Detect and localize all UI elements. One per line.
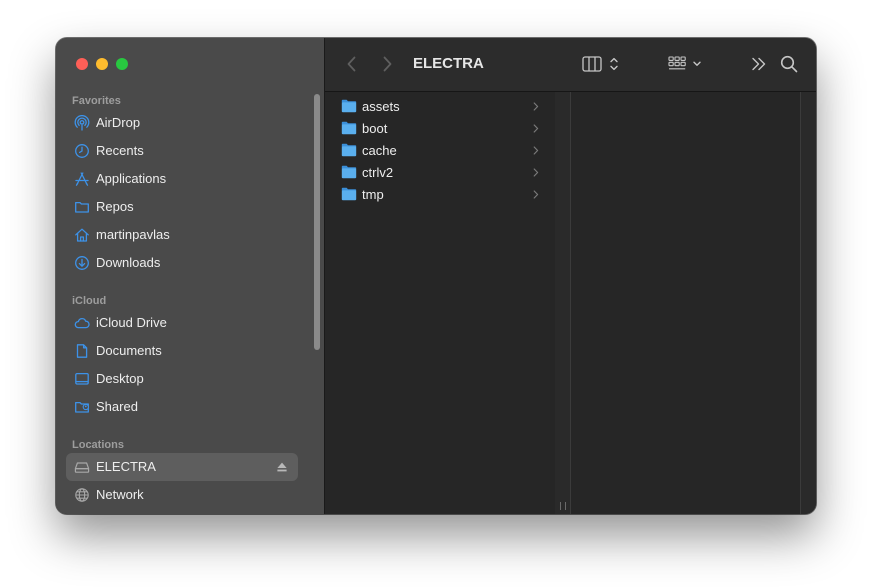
folder-icon xyxy=(75,201,89,213)
sidebar-item-label: Downloads xyxy=(96,255,161,270)
file-row-cache[interactable]: cache xyxy=(335,140,547,162)
sidebar-item-label: ELECTRA xyxy=(96,459,156,474)
sidebar-item-home[interactable]: martinpavlas xyxy=(66,221,298,249)
column-resize-strip[interactable] xyxy=(555,92,570,514)
sidebar-item-label: martinpavlas xyxy=(96,227,170,242)
chevron-right-icon xyxy=(533,124,539,133)
file-label: tmp xyxy=(362,187,384,202)
file-row-ctrlv2[interactable]: ctrlv2 xyxy=(335,162,547,184)
file-label: cache xyxy=(362,143,397,158)
sidebar-item-repos[interactable]: Repos xyxy=(66,193,298,221)
chevron-right-icon xyxy=(533,168,539,177)
folder-icon xyxy=(341,121,357,135)
shared-folder-icon xyxy=(75,401,89,413)
column-edge xyxy=(800,92,816,514)
column-divider xyxy=(570,92,571,514)
sidebar-item-documents[interactable]: Documents xyxy=(66,337,298,365)
more-toolbar-items-icon[interactable] xyxy=(750,54,770,74)
sidebar-item-network[interactable]: Network xyxy=(66,481,298,509)
sidebar-item-label: Repos xyxy=(96,199,134,214)
sidebar-item-recents[interactable]: Recents xyxy=(66,137,298,165)
sidebar-item-label: Shared xyxy=(96,399,138,414)
document-icon xyxy=(76,344,88,358)
sidebar-item-icloud-drive[interactable]: iCloud Drive xyxy=(66,309,298,337)
sidebar-item-downloads[interactable]: Downloads xyxy=(66,249,298,277)
chevron-right-icon xyxy=(533,146,539,155)
sidebar-item-label: Applications xyxy=(96,171,167,186)
sidebar-item-label: Documents xyxy=(96,343,162,358)
sidebar-item-shared[interactable]: Shared xyxy=(66,393,298,421)
eject-icon[interactable] xyxy=(276,461,288,473)
chevron-right-icon xyxy=(533,102,539,111)
forward-chevron-icon[interactable] xyxy=(380,54,394,74)
search-icon[interactable] xyxy=(779,54,799,74)
airdrop-icon xyxy=(74,115,90,131)
sidebar-section-icloud: iCloud xyxy=(72,295,107,307)
sidebar-item-label: Desktop xyxy=(96,371,144,386)
column-browser: assets boot cache ctrlv2 tmp xyxy=(325,92,816,514)
download-icon xyxy=(75,256,89,270)
sidebar-item-airdrop[interactable]: AirDrop xyxy=(66,109,298,137)
folder-icon xyxy=(341,143,357,157)
file-label: boot xyxy=(362,121,388,136)
window-title: ELECTRA xyxy=(413,55,484,72)
finder-window: Favorites AirDrop Recents Applications R… xyxy=(56,38,816,514)
back-chevron-icon[interactable] xyxy=(345,54,359,74)
column-resize-handle-icon[interactable] xyxy=(560,502,566,510)
folder-icon xyxy=(341,165,357,179)
toolbar: ELECTRA xyxy=(325,38,816,92)
folder-icon xyxy=(341,99,357,113)
sidebar-item-applications[interactable]: Applications xyxy=(66,165,298,193)
sidebar-item-desktop[interactable]: Desktop xyxy=(66,365,298,393)
desktop-icon xyxy=(75,372,89,385)
sidebar-item-label: Recents xyxy=(96,143,144,158)
file-row-assets[interactable]: assets xyxy=(335,96,547,118)
chevron-right-icon xyxy=(533,190,539,199)
file-label: ctrlv2 xyxy=(362,165,394,180)
file-label: assets xyxy=(362,99,400,114)
applications-icon xyxy=(75,172,89,186)
drive-icon xyxy=(74,462,90,473)
sidebar-item-label: Network xyxy=(96,487,144,502)
file-row-boot[interactable]: boot xyxy=(335,118,547,140)
zoom-window-button[interactable] xyxy=(116,58,128,70)
sidebar-item-electra[interactable]: ELECTRA xyxy=(66,453,298,481)
clock-icon xyxy=(75,144,89,158)
sidebar-section-locations: Locations xyxy=(72,439,124,451)
sidebar-scrollbar[interactable] xyxy=(314,94,320,350)
sidebar-section-favorites: Favorites xyxy=(72,95,121,107)
file-row-tmp[interactable]: tmp xyxy=(335,184,547,206)
minimize-window-button[interactable] xyxy=(96,58,108,70)
sidebar-item-label: AirDrop xyxy=(96,115,141,130)
sidebar: Favorites AirDrop Recents Applications R… xyxy=(56,38,324,514)
folder-icon xyxy=(341,187,357,201)
column-view-icon[interactable] xyxy=(582,54,626,74)
cloud-icon xyxy=(74,318,90,329)
grid-group-icon[interactable] xyxy=(668,54,708,74)
globe-icon xyxy=(75,488,89,502)
column-electra: assets boot cache ctrlv2 tmp xyxy=(325,92,554,514)
home-icon xyxy=(75,228,89,242)
sidebar-item-label: iCloud Drive xyxy=(96,315,167,330)
close-window-button[interactable] xyxy=(76,58,88,70)
